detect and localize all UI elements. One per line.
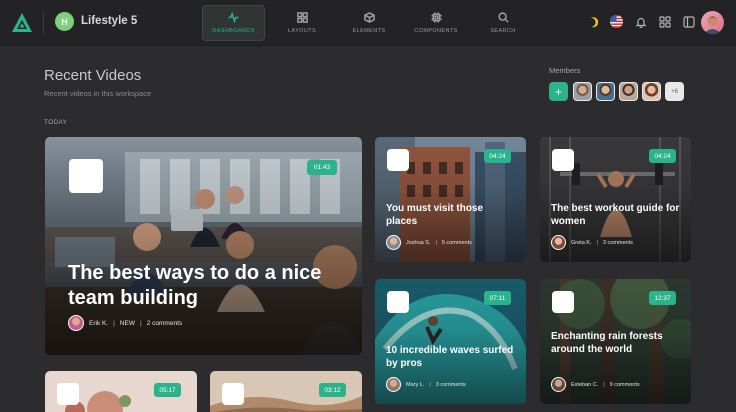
comment-count[interactable]: 2 comments xyxy=(147,320,182,327)
play-button[interactable] xyxy=(387,149,409,171)
video-title[interactable]: The best workout guide for women xyxy=(551,203,681,228)
moon-icon[interactable] xyxy=(586,16,598,28)
main-nav: DASHBOARDS LAYOUTS ELEMENTS COMPONENTS S… xyxy=(202,5,537,41)
author-avatar[interactable] xyxy=(68,315,84,331)
meta-separator: | xyxy=(603,381,605,388)
top-bar: H Lifestyle 5 DASHBOARDS LAYOUTS ELEMENT… xyxy=(0,0,736,46)
chip-icon xyxy=(430,12,442,23)
new-tag: NEW xyxy=(119,319,136,327)
video-title[interactable]: 10 incredible waves surfed by pros xyxy=(386,345,516,370)
play-button[interactable] xyxy=(222,383,244,405)
member-avatar[interactable] xyxy=(619,82,638,101)
video-card[interactable]: 04:24 You must visit those places Joshua… xyxy=(375,137,526,262)
author-name[interactable]: Greta K. xyxy=(571,240,591,246)
author-name[interactable]: Joshua S. xyxy=(406,240,430,246)
nav-label: LAYOUTS xyxy=(287,28,317,34)
page-title: Recent Videos xyxy=(44,67,142,84)
meta-separator: | xyxy=(429,381,431,388)
page-subtitle: Recent videos in this workspace xyxy=(44,89,152,98)
nav-label: COMPONENTS xyxy=(414,28,458,34)
search-icon xyxy=(497,12,509,23)
author-avatar[interactable] xyxy=(551,377,566,392)
members-label: Members xyxy=(549,66,581,75)
nav-search[interactable]: SEARCH xyxy=(470,5,536,41)
topbar-divider xyxy=(43,11,44,35)
video-card[interactable]: 07:11 10 incredible waves surfed by pros… xyxy=(375,279,526,404)
nav-label: SEARCH xyxy=(490,28,516,34)
user-avatar[interactable] xyxy=(701,11,724,34)
workspace-name[interactable]: Lifestyle 5 xyxy=(81,15,137,27)
video-card[interactable]: 04:24 The best workout guide for women G… xyxy=(540,137,691,262)
video-title[interactable]: You must visit those places xyxy=(386,203,516,228)
cube-icon xyxy=(363,12,375,23)
meta-separator: | xyxy=(140,319,142,327)
nav-components[interactable]: COMPONENTS xyxy=(403,5,469,41)
nav-label: DASHBOARDS xyxy=(212,28,255,34)
us-flag-icon[interactable] xyxy=(610,15,623,28)
video-meta: Erik K. | NEW | 2 comments xyxy=(68,315,182,331)
video-meta: Esteban C. | 9 comments xyxy=(551,377,640,392)
apps-grid-icon[interactable] xyxy=(659,16,671,28)
nav-dashboards[interactable]: DASHBOARDS xyxy=(202,5,265,41)
video-meta: Greta K. | 3 comments xyxy=(551,235,633,250)
play-button[interactable] xyxy=(387,291,409,313)
section-label: TODAY xyxy=(44,119,68,126)
nav-layouts[interactable]: LAYOUTS xyxy=(269,5,335,41)
play-button[interactable] xyxy=(552,291,574,313)
meta-separator: | xyxy=(435,239,437,246)
comment-count[interactable]: 3 comments xyxy=(603,240,633,246)
play-button[interactable] xyxy=(69,159,103,193)
activity-icon xyxy=(228,12,239,23)
app-logo[interactable] xyxy=(11,12,33,34)
author-avatar[interactable] xyxy=(386,377,401,392)
sidebar-toggle-icon[interactable] xyxy=(683,16,695,28)
video-title[interactable]: Enchanting rain forests around the world xyxy=(551,331,681,356)
video-card[interactable]: 12:37 Enchanting rain forests around the… xyxy=(540,279,691,404)
featured-video-card[interactable]: 01:43 The best ways to do a nice team bu… xyxy=(45,137,362,355)
duration-badge: 03:12 xyxy=(319,383,346,397)
duration-badge: 07:11 xyxy=(484,291,511,305)
comment-count[interactable]: 9 comments xyxy=(610,382,640,388)
grid-icon xyxy=(296,12,308,23)
nav-label: ELEMENTS xyxy=(352,28,386,34)
avatar-face xyxy=(704,16,721,34)
duration-badge: 05:17 xyxy=(154,383,181,397)
author-name[interactable]: Mary L. xyxy=(406,382,424,388)
duration-badge: 12:37 xyxy=(649,291,676,305)
workspace-avatar[interactable]: H xyxy=(55,12,74,31)
play-button[interactable] xyxy=(57,383,79,405)
more-members-badge[interactable]: +6 xyxy=(665,82,684,101)
duration-badge: 04:24 xyxy=(484,149,511,163)
play-button[interactable] xyxy=(552,149,574,171)
duration-badge: 01:43 xyxy=(307,160,337,175)
meta-separator: | xyxy=(596,239,598,246)
video-meta: Joshua S. | 5 comments xyxy=(386,235,472,250)
author-name[interactable]: Esteban C. xyxy=(571,382,598,388)
video-card[interactable]: 03:12 xyxy=(210,371,362,412)
member-avatar[interactable] xyxy=(642,82,661,101)
comment-count[interactable]: 5 comments xyxy=(442,240,472,246)
comment-count[interactable]: 3 comments xyxy=(436,382,466,388)
duration-badge: 04:24 xyxy=(649,149,676,163)
members-list: + +6 xyxy=(549,82,684,101)
author-name[interactable]: Erik K. xyxy=(89,320,108,327)
add-member-button[interactable]: + xyxy=(549,82,568,101)
video-title[interactable]: The best ways to do a nice team building xyxy=(68,261,328,311)
video-meta: Mary L. | 3 comments xyxy=(386,377,466,392)
video-card[interactable]: 05:17 xyxy=(45,371,197,412)
meta-separator: | xyxy=(113,319,115,327)
member-avatar[interactable] xyxy=(573,82,592,101)
nav-elements[interactable]: ELEMENTS xyxy=(336,5,402,41)
author-avatar[interactable] xyxy=(551,235,566,250)
author-avatar[interactable] xyxy=(386,235,401,250)
bell-icon[interactable] xyxy=(635,16,647,28)
member-avatar[interactable] xyxy=(596,82,615,101)
